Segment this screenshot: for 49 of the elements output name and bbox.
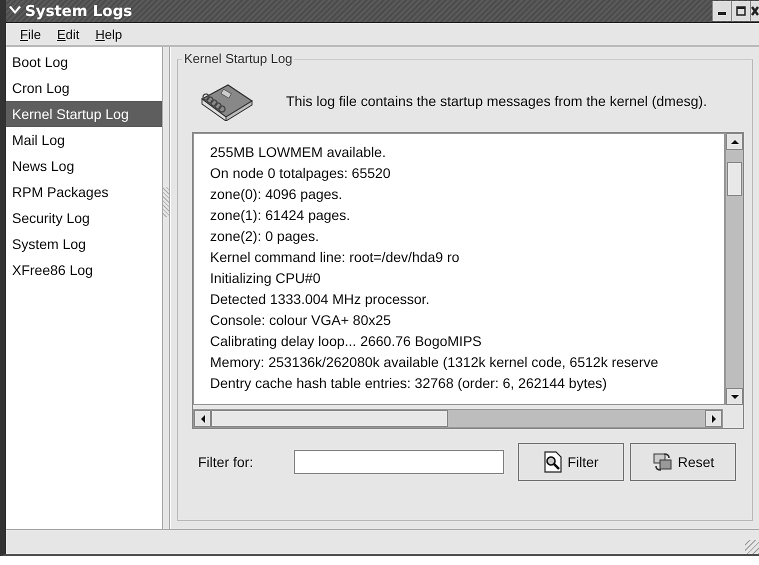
filter-button[interactable]: Filter (518, 443, 624, 481)
log-list-item[interactable]: XFree86 Log (6, 257, 162, 283)
log-list-item[interactable]: Security Log (6, 205, 162, 231)
menu-item[interactable]: File (12, 26, 49, 42)
log-line: 255MB LOWMEM available. (210, 143, 387, 162)
vertical-scrollbar[interactable] (725, 133, 743, 405)
menu-item[interactable]: Help (87, 26, 130, 42)
log-line: Kernel command line: root=/dev/hda9 ro (210, 248, 460, 267)
log-line: Dentry cache hash table entries: 32768 (order: 6, 262144 bytes) (210, 374, 608, 393)
log-list-item[interactable]: RPM Packages (6, 179, 162, 205)
window-title: System Logs (25, 2, 134, 20)
log-line: Detected 1333.004 MHz processor. (210, 290, 430, 309)
log-list-item[interactable]: System Log (6, 231, 162, 257)
reset-icon (652, 452, 674, 472)
filter-field[interactable] (294, 450, 504, 474)
log-list-item[interactable]: News Log (6, 153, 162, 179)
frame-title: Kernel Startup Log (182, 51, 294, 66)
filter-label: Filter for: (198, 454, 254, 470)
down-arrow-icon (730, 392, 740, 400)
scroll-right-button[interactable] (705, 410, 722, 427)
log-list-item[interactable]: Boot Log (6, 49, 162, 75)
log-list-item[interactable]: Mail Log (6, 127, 162, 153)
scroll-up-button[interactable] (726, 133, 743, 150)
log-line: zone(1): 61424 pages. (210, 206, 352, 225)
left-arrow-icon (198, 414, 206, 424)
minimize-icon[interactable] (712, 1, 731, 21)
log-list-item[interactable]: Cron Log (6, 75, 162, 101)
scrollbar-thumb[interactable] (727, 162, 742, 196)
scroll-down-button[interactable] (726, 388, 743, 405)
log-line: On node 0 totalpages: 65520 (210, 164, 392, 183)
log-line: Memory: 253136k/262080k available (1312k kernel code, 6512k reserve (210, 353, 660, 372)
log-line: Calibrating delay loop... 2660.76 BogoMIPS (210, 332, 483, 351)
description-text: This log file contains the startup messages from the kernel (dmesg). (286, 92, 708, 110)
scroll-left-button[interactable] (194, 410, 211, 427)
up-arrow-icon (730, 138, 740, 146)
right-arrow-icon (710, 414, 718, 424)
search-icon (543, 451, 564, 473)
log-line: Initializing CPU#0 (210, 269, 322, 288)
menu-item[interactable]: Edit (48, 26, 88, 42)
resize-grip-icon[interactable] (745, 540, 759, 554)
reset-button[interactable]: Reset (630, 443, 736, 481)
log-line: Console: colour VGA+ 80x25 (210, 311, 392, 330)
maximize-icon[interactable] (731, 1, 750, 21)
log-line: zone(2): 0 pages. (210, 227, 320, 246)
horizontal-scrollbar[interactable] (193, 409, 723, 428)
close-icon[interactable] (750, 1, 759, 21)
scrollbar-thumb[interactable] (211, 410, 448, 427)
log-line: zone(0): 4096 pages. (210, 185, 344, 204)
log-list-item[interactable]: Kernel Startup Log (6, 101, 162, 127)
